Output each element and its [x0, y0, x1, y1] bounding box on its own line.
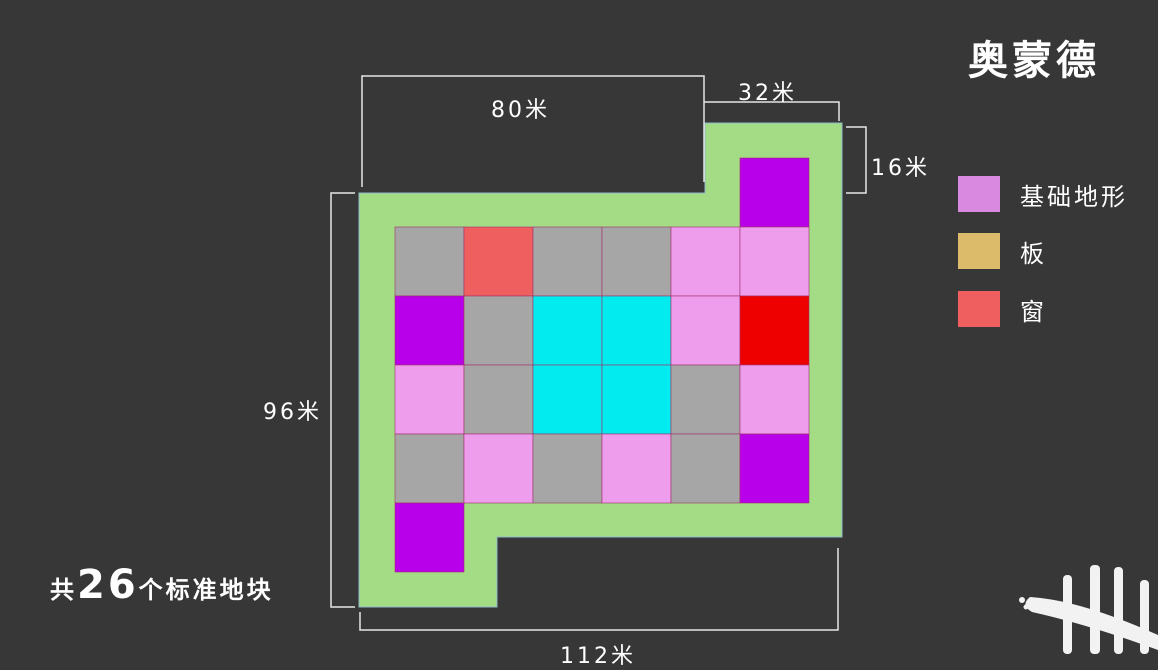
legend-item-terrain: 基础地形	[958, 176, 1128, 212]
tile-red	[463, 226, 534, 297]
tile-purple	[739, 157, 810, 228]
tile-purple	[394, 502, 465, 573]
legend-label: 基础地形	[1020, 182, 1128, 211]
tile-gray	[670, 433, 741, 504]
tile-gray	[463, 364, 534, 435]
tile-cyan	[532, 295, 603, 366]
count-prefix: 共	[50, 576, 77, 604]
tile-cyan	[601, 295, 672, 366]
tile-pink	[670, 295, 741, 366]
tile-pink	[670, 226, 741, 297]
tile-brightred	[739, 295, 810, 366]
map-title: 奥蒙德	[968, 38, 1100, 84]
legend-item-window: 窗	[958, 291, 1047, 327]
legend-item-pallet: 板	[958, 233, 1047, 269]
tile-gray	[532, 433, 603, 504]
tile-pink	[739, 364, 810, 435]
tile-purple	[739, 433, 810, 504]
map-diagram	[330, 75, 867, 631]
tile-pink	[601, 433, 672, 504]
dim-label-96: 96米	[263, 400, 322, 425]
legend-swatch	[958, 176, 1000, 212]
tile-pink	[394, 364, 465, 435]
tile-gray	[394, 226, 465, 297]
dim-label-16: 16米	[871, 156, 930, 181]
tile-cyan	[601, 364, 672, 435]
tile-purple	[394, 295, 465, 366]
tile-pink	[739, 226, 810, 297]
tile-gray	[463, 295, 534, 366]
legend-label: 窗	[1020, 297, 1047, 326]
legend-swatch	[958, 233, 1000, 269]
tile-gray	[394, 433, 465, 504]
count-suffix: 个标准地块	[138, 576, 274, 604]
dim-line-16	[846, 126, 867, 194]
tile-gray	[532, 226, 603, 297]
tile-pink	[463, 433, 534, 504]
tile-gray	[670, 364, 741, 435]
dim-line-96	[330, 192, 355, 608]
dim-label-32: 32米	[738, 81, 797, 106]
dim-label-80: 80米	[491, 98, 550, 123]
legend-label: 板	[1020, 239, 1047, 268]
tile-cyan	[532, 364, 603, 435]
legend-swatch	[958, 291, 1000, 327]
tile-count: 共26个标准地块	[50, 562, 274, 608]
tile-gray	[601, 226, 672, 297]
dim-label-112: 112米	[560, 644, 636, 669]
count-number: 26	[77, 562, 139, 608]
